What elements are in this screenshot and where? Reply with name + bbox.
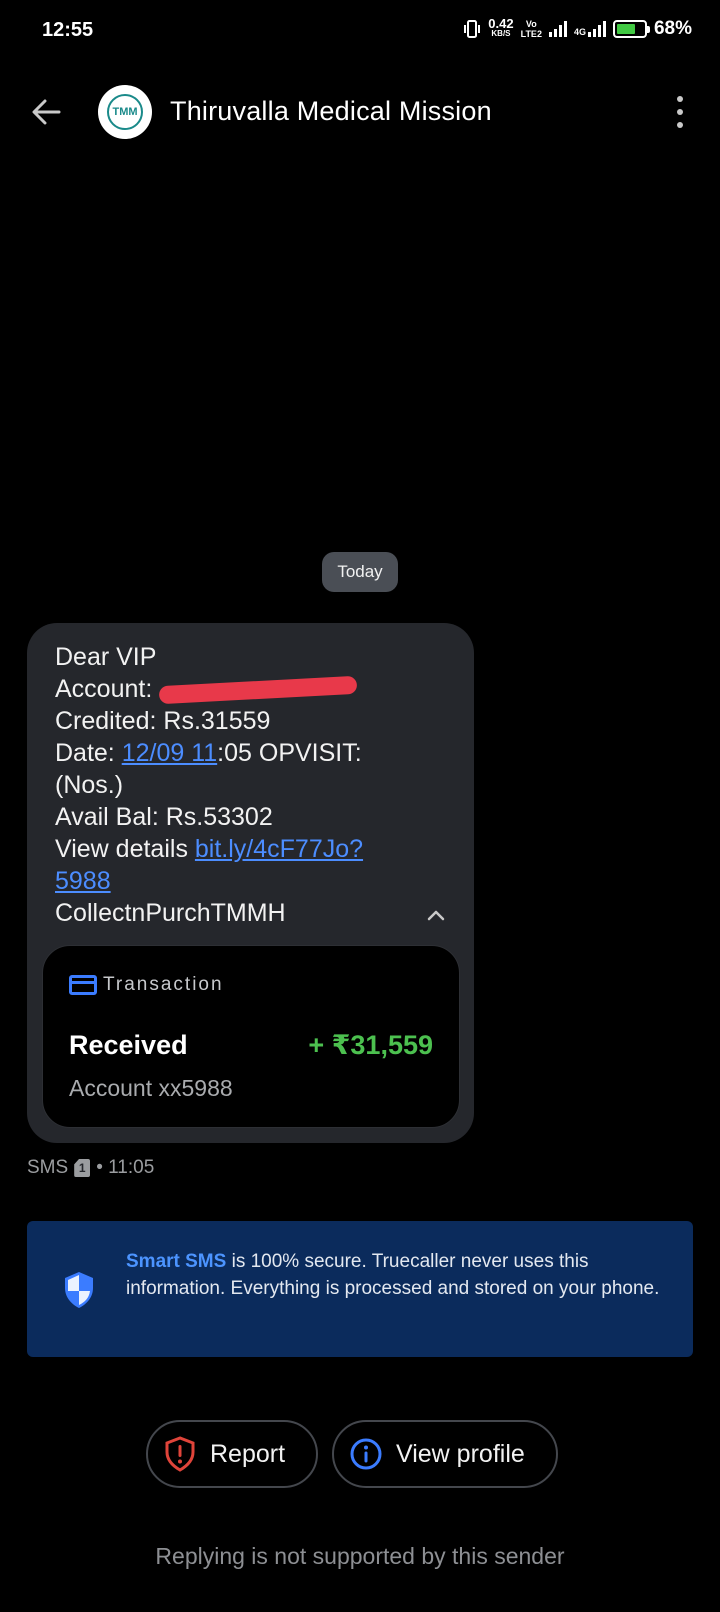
message-bubble[interactable]: Dear VIP Account: Credited: Rs.31559 Dat… [27, 623, 474, 1143]
smart-sms-banner: Smart SMS is 100% secure. Truecaller nev… [27, 1221, 693, 1357]
network-speed: 0.42 KB/S [488, 16, 514, 38]
status-icons: 0.42 KB/S Vo LTE2 4G 68% [463, 16, 692, 40]
details-link[interactable]: bit.ly/4cF77Jo? [195, 835, 363, 863]
info-icon [350, 1438, 382, 1470]
back-button[interactable] [26, 92, 66, 132]
status-time: 12:55 [42, 19, 94, 41]
message-meta: SMS 1 • 11:05 [27, 1157, 154, 1179]
date-link[interactable]: 12/09 11 [122, 739, 217, 767]
smart-sms-brand: Smart SMS [126, 1251, 227, 1272]
chevron-up-icon[interactable] [426, 905, 446, 925]
transaction-account: Account xx5988 [69, 1075, 233, 1101]
avatar[interactable]: TMM [98, 85, 152, 139]
app-bar: TMM Thiruvalla Medical Mission [0, 80, 720, 144]
shield-icon [65, 1272, 93, 1308]
redaction-mark [158, 676, 358, 705]
report-button[interactable]: Report [146, 1420, 318, 1488]
status-bar: 12:55 0.42 KB/S Vo LTE2 4G 68% [0, 0, 720, 64]
transaction-header: Transaction [69, 974, 224, 996]
credit-card-icon [69, 975, 97, 995]
transaction-amount: + ₹31,559 [308, 1030, 433, 1060]
transaction-status: Received [69, 1030, 188, 1060]
reply-disabled-note: Replying is not supported by this sender [155, 1543, 565, 1569]
details-link-continued[interactable]: 5988 [55, 867, 111, 895]
volte-indicator: Vo LTE2 [520, 19, 542, 39]
vibrate-icon [464, 20, 481, 38]
more-options-icon[interactable] [674, 96, 686, 128]
hospital-logo-icon: TMM [107, 94, 143, 130]
message-time: • 11:05 [96, 1157, 155, 1178]
banner-text: Smart SMS is 100% secure. Truecaller nev… [126, 1251, 660, 1299]
arrow-back-icon [32, 99, 61, 125]
signal-icon-sim2: 4G [574, 21, 606, 37]
report-shield-icon [165, 1436, 195, 1472]
contact-name[interactable]: Thiruvalla Medical Mission [170, 96, 492, 127]
transaction-card[interactable]: Transaction Received + ₹31,559 Account x… [42, 945, 460, 1128]
sim-icon: 1 [74, 1159, 91, 1177]
message-text: Dear VIP Account: Credited: Rs.31559 Dat… [55, 643, 364, 927]
date-chip: Today [322, 552, 398, 592]
battery-icon [612, 20, 650, 38]
message-type: SMS [27, 1157, 69, 1178]
battery-percent: 68% [653, 18, 692, 39]
signal-icon-sim1 [548, 21, 567, 37]
view-profile-button[interactable]: View profile [332, 1420, 558, 1488]
